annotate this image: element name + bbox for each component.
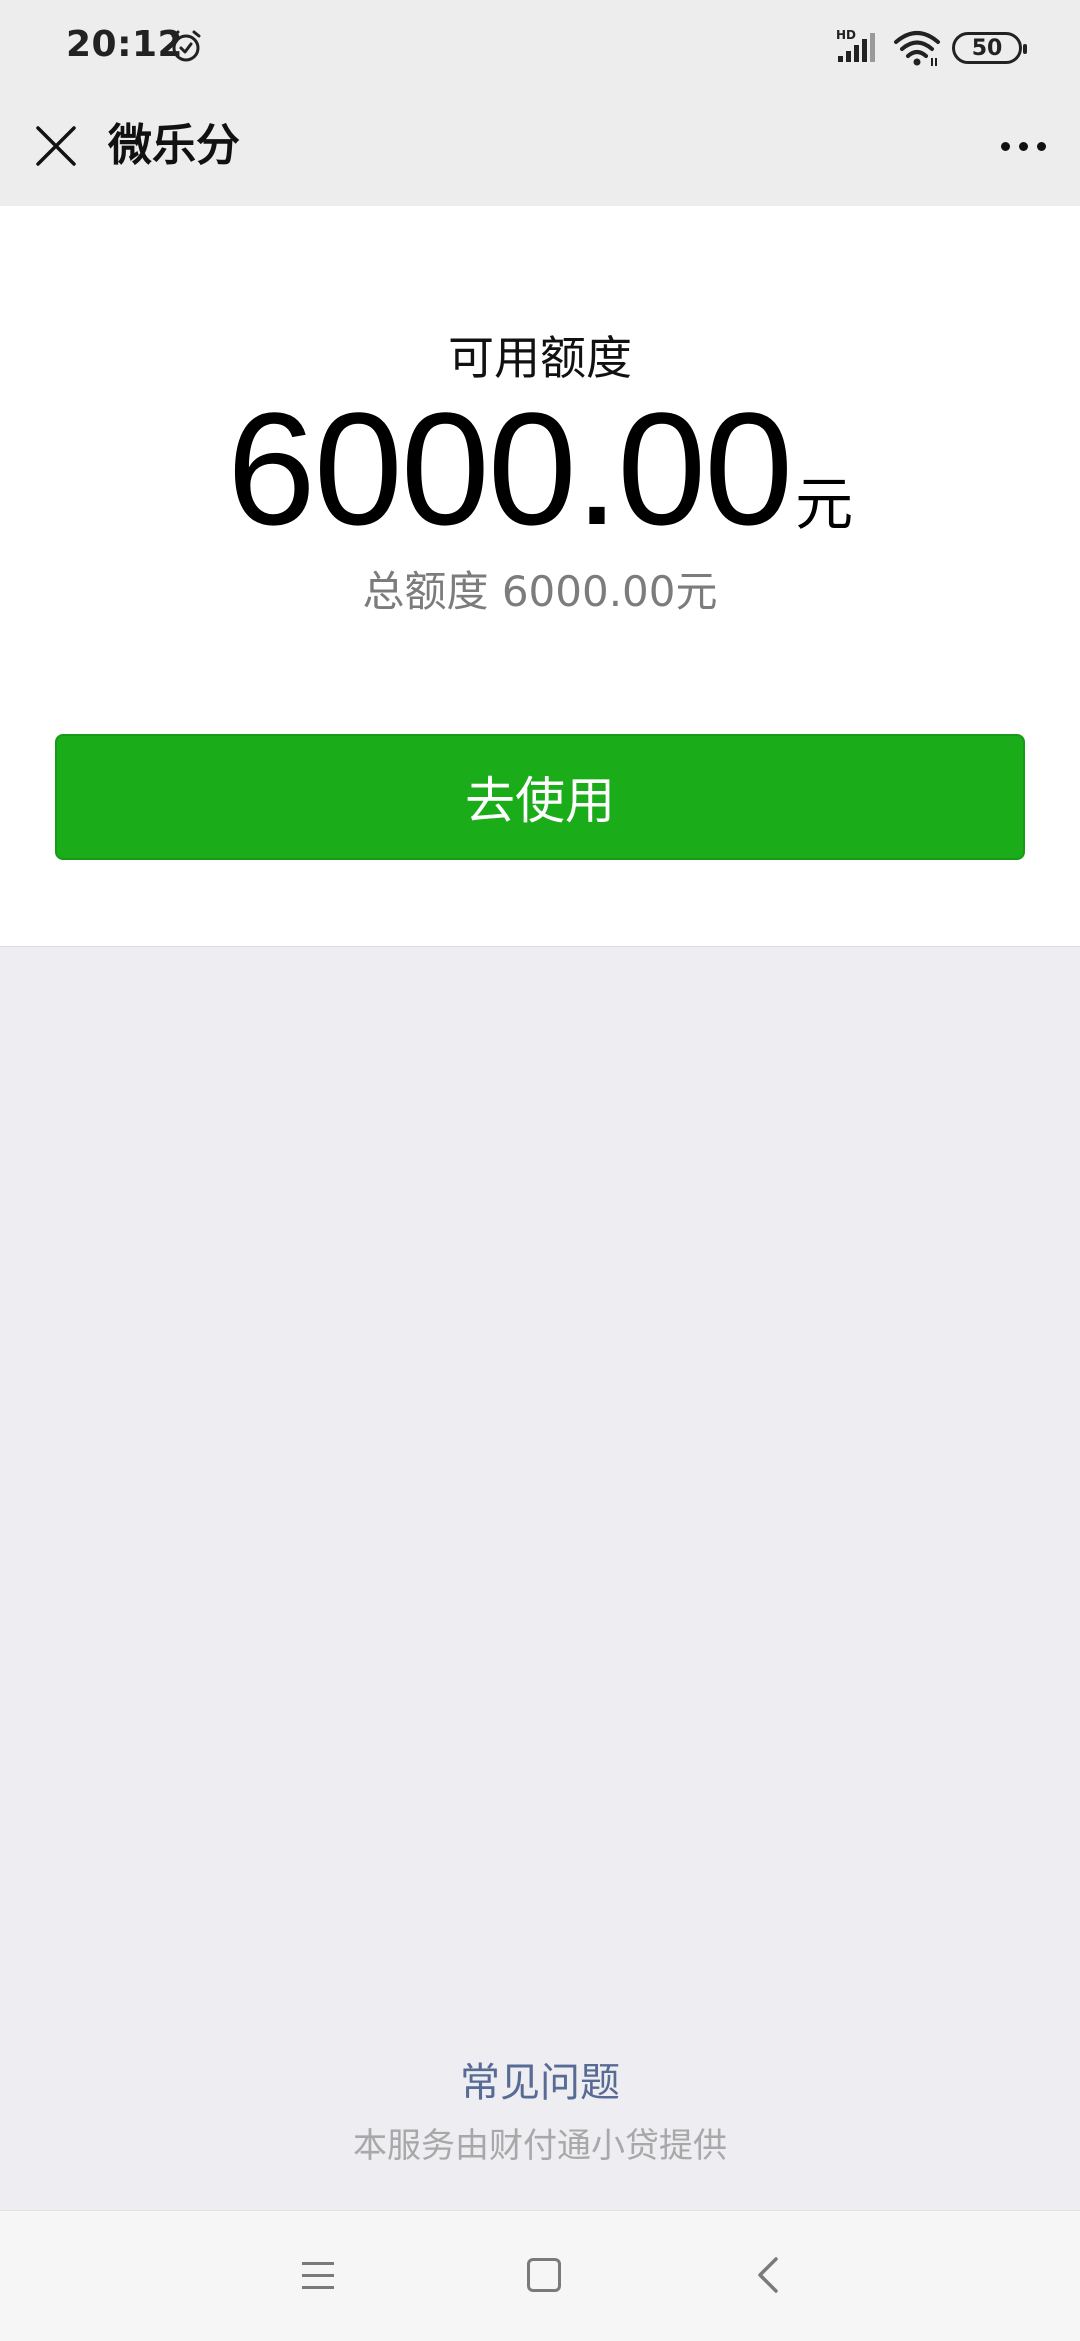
alarm-clock-icon xyxy=(168,28,204,64)
more-button[interactable] xyxy=(988,116,1058,176)
available-amount: 6000.00 xyxy=(226,379,793,558)
svg-text:HD: HD xyxy=(836,28,856,42)
close-button[interactable] xyxy=(26,116,86,176)
credit-card: 可用额度 6000.00 元 总额度 6000.00元 去使用 xyxy=(0,206,1080,947)
amount-unit: 元 xyxy=(795,470,854,538)
more-dots-icon xyxy=(1036,141,1046,151)
home-square-icon[interactable] xyxy=(520,2251,568,2299)
menu-line xyxy=(302,2261,334,2265)
close-icon xyxy=(36,126,76,166)
menu-line xyxy=(302,2273,334,2277)
provider-text: 本服务由财付通小贷提供 xyxy=(353,2126,727,2166)
status-time: 20:12 xyxy=(66,24,184,65)
hd-signal-icon: HD xyxy=(834,26,882,66)
battery-indicator: 50 xyxy=(952,32,1027,64)
total-credit-line: 总额度 6000.00元 xyxy=(362,567,718,616)
home-square-shape xyxy=(527,2258,561,2292)
menu-lines-icon[interactable] xyxy=(294,2247,342,2303)
more-dots-icon xyxy=(1018,141,1028,151)
nav-bar: 微乐分 xyxy=(0,96,1080,206)
available-amount-row: 6000.00 元 xyxy=(0,384,1080,554)
status-bar: 20:12 HD 50 xyxy=(0,0,1080,96)
page-title: 微乐分 xyxy=(108,120,240,171)
use-button[interactable]: 去使用 xyxy=(55,734,1025,860)
wifi-icon xyxy=(892,28,942,68)
system-nav-bar xyxy=(0,2210,1080,2341)
more-dots-icon xyxy=(1000,141,1010,151)
faq-link[interactable]: 常见问题 xyxy=(0,2050,1080,2108)
back-chevron-icon[interactable] xyxy=(744,2251,792,2299)
menu-line xyxy=(302,2285,334,2289)
